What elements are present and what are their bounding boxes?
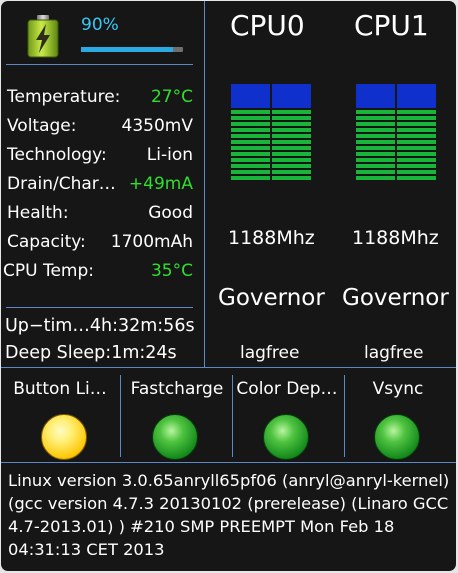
kernel-version-text: Linux version 3.0.65anryll65pf06 (anryl@… bbox=[8, 471, 450, 559]
uptime-text: Up−tim…4h:32m:56s bbox=[5, 316, 195, 336]
stat-label: Capacity: bbox=[7, 232, 86, 252]
stat-label: Temperature: bbox=[7, 87, 121, 107]
stat-value: 1700mAh bbox=[110, 232, 193, 252]
stat-row-technology: Technology: Li-ion bbox=[7, 143, 193, 167]
stat-row-cpu-temp: CPU Temp: 35°C bbox=[3, 259, 193, 283]
stat-value: 35°C bbox=[150, 261, 193, 281]
toggle-vsync[interactable] bbox=[374, 414, 420, 460]
cpu0-load-bars bbox=[231, 84, 311, 182]
stat-label: Technology: bbox=[7, 145, 107, 165]
toggle-button-lights[interactable] bbox=[41, 414, 87, 460]
cpu0-governor: lagfree bbox=[240, 343, 300, 363]
cpu-bar-core-separator bbox=[395, 84, 397, 182]
cpu0-title: CPU0 bbox=[230, 9, 305, 42]
stat-value: Li-ion bbox=[146, 145, 193, 165]
divider-toggle-1 bbox=[120, 375, 121, 457]
divider-kernel bbox=[1, 462, 456, 463]
stat-label: Health: bbox=[7, 203, 69, 223]
stat-row-drain: Drain/Char… +49mA bbox=[7, 172, 193, 196]
stat-row-health: Health: Good bbox=[7, 201, 193, 225]
toggle-label-vsync: Vsync bbox=[372, 379, 424, 399]
stat-value: +49mA bbox=[128, 174, 193, 194]
cpu1-title: CPU1 bbox=[354, 9, 429, 42]
divider-toggles bbox=[1, 367, 456, 368]
battery-charging-icon bbox=[27, 15, 59, 58]
toggle-color-depth[interactable] bbox=[263, 414, 309, 460]
stat-row-capacity: Capacity: 1700mAh bbox=[7, 230, 193, 254]
cpu1-frequency: 1188Mhz bbox=[352, 227, 439, 249]
cpu1-governor-label: Governor bbox=[342, 285, 449, 311]
cpu0-governor-label: Governor bbox=[218, 285, 325, 311]
stat-value: 4350mV bbox=[121, 116, 193, 136]
deep-sleep-text: Deep Sleep:1m:24s bbox=[5, 343, 177, 363]
stat-label: CPU Temp: bbox=[3, 261, 95, 281]
system-monitor-widget: 90% Temperature: 27°C Voltage: 4350mV Te… bbox=[1, 1, 456, 571]
toggle-label-fastcharge: Fastcharge bbox=[130, 379, 224, 399]
stat-row-voltage: Voltage: 4350mV bbox=[7, 114, 193, 138]
battery-level-fill bbox=[81, 47, 173, 52]
stat-row-temperature: Temperature: 27°C bbox=[7, 85, 193, 109]
battery-level-bar bbox=[81, 47, 183, 52]
cpu-bar-core-separator bbox=[270, 84, 272, 182]
toggle-label-color-depth: Color Dep… bbox=[236, 379, 338, 399]
stat-value: 27°C bbox=[150, 87, 193, 107]
stat-value: Good bbox=[148, 203, 193, 223]
cpu1-load-bars bbox=[356, 84, 436, 182]
divider-uptime bbox=[6, 307, 193, 308]
toggle-label-button-lights: Button Li… bbox=[13, 379, 107, 399]
stat-label: Drain/Char… bbox=[7, 174, 116, 194]
battery-percent: 90% bbox=[81, 15, 119, 35]
cpu1-governor: lagfree bbox=[364, 343, 424, 363]
cpu0-frequency: 1188Mhz bbox=[228, 227, 315, 249]
divider-battery bbox=[6, 64, 193, 65]
toggle-fastcharge[interactable] bbox=[152, 414, 198, 460]
stat-label: Voltage: bbox=[7, 116, 77, 136]
divider-vertical-main bbox=[204, 1, 205, 367]
